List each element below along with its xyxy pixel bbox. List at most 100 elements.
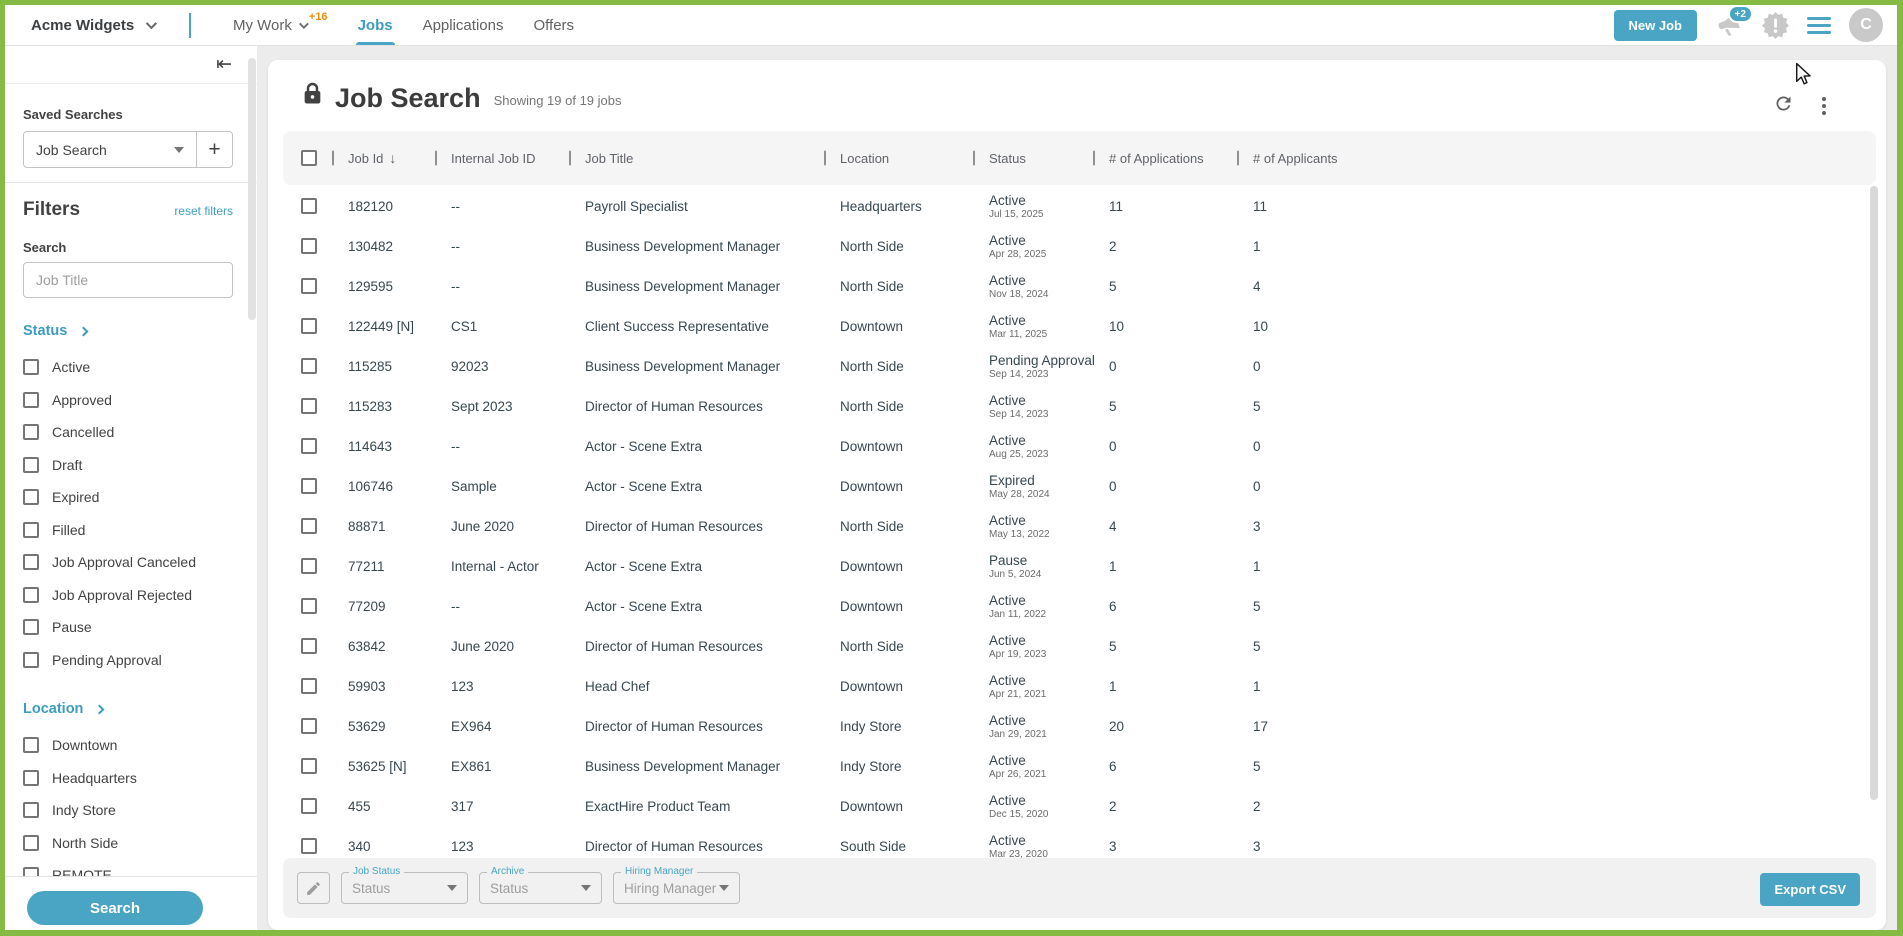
row-checkbox[interactable] — [301, 238, 317, 254]
filter-checkbox[interactable] — [23, 489, 39, 505]
filter-checkbox[interactable] — [23, 554, 39, 570]
alerts-button[interactable] — [1761, 11, 1789, 39]
table-row[interactable]: 182120 -- Payroll Specialist Headquarter… — [283, 186, 1876, 226]
filter-checkbox[interactable] — [23, 587, 39, 603]
table-row[interactable]: 129595 -- Business Development Manager N… — [283, 266, 1876, 306]
filter-checkbox[interactable] — [23, 522, 39, 538]
column-header-status[interactable]: Status — [973, 131, 1093, 185]
filter-checkbox[interactable] — [23, 392, 39, 408]
filter-checkbox[interactable] — [23, 737, 39, 753]
filter-option-expired[interactable]: Expired — [23, 481, 233, 514]
table-row[interactable]: 53625 [N] EX861 Business Development Man… — [283, 746, 1876, 786]
row-checkbox[interactable] — [301, 758, 317, 774]
table-row[interactable]: 88871 June 2020 Director of Human Resour… — [283, 506, 1876, 546]
row-checkbox[interactable] — [301, 358, 317, 374]
filter-option-active[interactable]: Active — [23, 351, 233, 384]
nav-tab-applications[interactable]: Applications — [421, 5, 506, 45]
row-checkbox[interactable] — [301, 718, 317, 734]
filter-checkbox[interactable] — [23, 770, 39, 786]
bulk-edit-button[interactable] — [297, 872, 330, 904]
row-checkbox[interactable] — [301, 638, 317, 654]
saved-search-select[interactable]: Job Search — [24, 132, 196, 167]
filter-checkbox[interactable] — [23, 652, 39, 668]
table-row[interactable]: 59903 123 Head Chef Downtown Active Apr … — [283, 666, 1876, 706]
table-row[interactable]: 114643 -- Actor - Scene Extra Downtown A… — [283, 426, 1876, 466]
nav-tab-offers[interactable]: Offers — [531, 5, 576, 45]
filter-option-pending-approval[interactable]: Pending Approval — [23, 644, 233, 677]
filter-option-label: Expired — [52, 489, 99, 505]
filter-checkbox[interactable] — [23, 359, 39, 375]
filter-checkbox[interactable] — [23, 802, 39, 818]
column-header-job-title[interactable]: Job Title — [569, 131, 824, 185]
job-title-search-input[interactable] — [23, 262, 233, 298]
row-checkbox[interactable] — [301, 438, 317, 454]
export-csv-button[interactable]: Export CSV — [1760, 873, 1860, 906]
kebab-menu-icon[interactable] — [1820, 95, 1828, 117]
filter-option-draft[interactable]: Draft — [23, 449, 233, 482]
filter-option-filled[interactable]: Filled — [23, 514, 233, 547]
filter-option-job-approval-rejected[interactable]: Job Approval Rejected — [23, 579, 233, 612]
column-header-location[interactable]: Location — [824, 131, 973, 185]
filter-checkbox[interactable] — [23, 424, 39, 440]
table-row[interactable]: 115285 92023 Business Development Manage… — [283, 346, 1876, 386]
new-job-button[interactable]: New Job — [1614, 10, 1697, 41]
filter-checkbox[interactable] — [23, 619, 39, 635]
row-checkbox[interactable] — [301, 318, 317, 334]
column-header-internal-job-id[interactable]: Internal Job ID — [435, 131, 569, 185]
row-checkbox[interactable] — [301, 838, 317, 854]
filter-option-pause[interactable]: Pause — [23, 611, 233, 644]
row-checkbox[interactable] — [301, 478, 317, 494]
table-row[interactable]: 77211 Internal - Actor Actor - Scene Ext… — [283, 546, 1876, 586]
filter-checkbox[interactable] — [23, 867, 39, 876]
row-checkbox[interactable] — [301, 398, 317, 414]
table-scrollbar[interactable] — [1870, 186, 1878, 800]
filter-option-downtown[interactable]: Downtown — [23, 729, 233, 762]
row-checkbox[interactable] — [301, 518, 317, 534]
select-all-checkbox[interactable] — [301, 150, 317, 166]
table-row[interactable]: 63842 June 2020 Director of Human Resour… — [283, 626, 1876, 666]
refresh-icon[interactable] — [1773, 93, 1794, 119]
table-row[interactable]: 115283 Sept 2023 Director of Human Resou… — [283, 386, 1876, 426]
table-row[interactable]: 77209 -- Actor - Scene Extra Downtown Ac… — [283, 586, 1876, 626]
filter-option-approved[interactable]: Approved — [23, 384, 233, 417]
filter-section-header[interactable]: Status — [23, 323, 233, 339]
filter-option-indy-store[interactable]: Indy Store — [23, 794, 233, 827]
reset-filters-link[interactable]: reset filters — [174, 204, 233, 218]
filter-option-cancelled[interactable]: Cancelled — [23, 416, 233, 449]
footer-select-archive[interactable]: Archive Status — [479, 872, 602, 904]
row-checkbox[interactable] — [301, 198, 317, 214]
table-row[interactable]: 122449 [N] CS1 Client Success Representa… — [283, 306, 1876, 346]
org-switcher[interactable]: Acme Widgets — [31, 5, 154, 45]
row-checkbox[interactable] — [301, 278, 317, 294]
table-row[interactable]: 53629 EX964 Director of Human Resources … — [283, 706, 1876, 746]
filter-option-remote[interactable]: REMOTE — [23, 859, 233, 876]
add-saved-search-button[interactable]: + — [196, 132, 232, 167]
table-row[interactable]: 455 317 ExactHire Product Team Downtown … — [283, 786, 1876, 826]
filter-checkbox[interactable] — [23, 457, 39, 473]
nav-tab-jobs[interactable]: Jobs — [356, 5, 395, 45]
nav-tab-my-work[interactable]: My Work +16 — [231, 5, 330, 45]
row-checkbox[interactable] — [301, 678, 317, 694]
cell-status: Active Sep 14, 2023 — [973, 386, 1093, 426]
hamburger-menu-icon[interactable] — [1807, 17, 1831, 34]
column-header-of-applicants[interactable]: # of Applicants — [1237, 131, 1876, 185]
filter-option-job-approval-canceled[interactable]: Job Approval Canceled — [23, 546, 233, 579]
footer-select-job-status[interactable]: Job Status Status — [341, 872, 468, 904]
footer-select-hiring-manager[interactable]: Hiring Manager Hiring Manager — [613, 872, 740, 904]
avatar[interactable]: C — [1849, 8, 1883, 42]
table-row[interactable]: 106746 Sample Actor - Scene Extra Downto… — [283, 466, 1876, 506]
row-checkbox[interactable] — [301, 558, 317, 574]
column-header-job-id[interactable]: Job Id ↓ — [332, 131, 435, 185]
search-button[interactable]: Search — [27, 891, 203, 925]
filter-section-header[interactable]: Location — [23, 701, 233, 717]
row-checkbox[interactable] — [301, 598, 317, 614]
table-row[interactable]: 130482 -- Business Development Manager N… — [283, 226, 1876, 266]
collapse-sidebar-icon[interactable]: ⇤ — [216, 54, 232, 76]
row-checkbox[interactable] — [301, 798, 317, 814]
filter-option-headquarters[interactable]: Headquarters — [23, 762, 233, 795]
column-header-of-applications[interactable]: # of Applications — [1093, 131, 1237, 185]
announcements-button[interactable]: +2 — [1715, 11, 1743, 39]
sidebar-scrollbar[interactable] — [248, 58, 256, 320]
filter-checkbox[interactable] — [23, 835, 39, 851]
filter-option-north-side[interactable]: North Side — [23, 827, 233, 860]
